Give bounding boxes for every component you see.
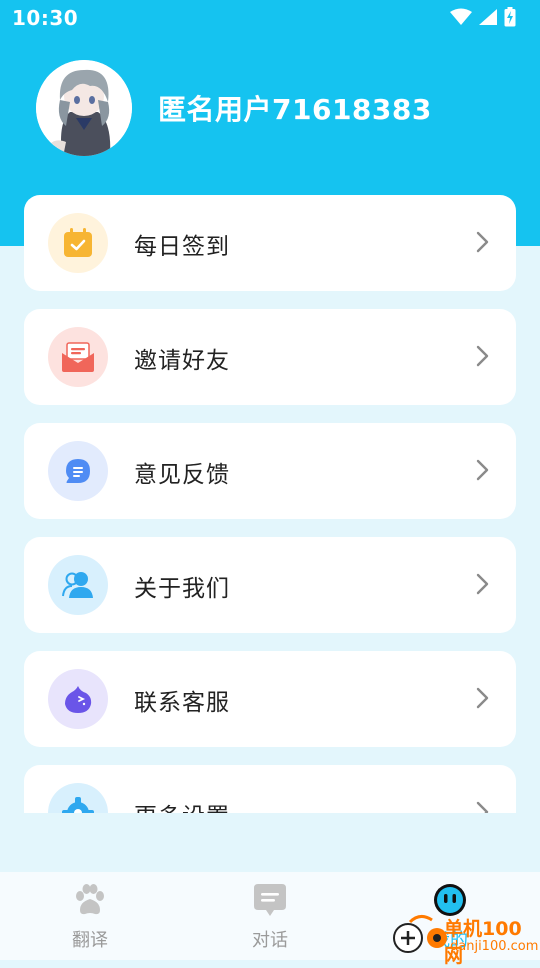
avatar-image-icon [36, 60, 132, 156]
chat-bubble-icon [252, 882, 288, 918]
menu-item-more-settings[interactable]: 更多设置 [24, 765, 516, 813]
status-bar: 10:30 [0, 0, 540, 36]
watermark-logo-icon [393, 915, 447, 953]
customer-service-icon [48, 669, 108, 729]
tab-translate[interactable]: 翻译 [0, 872, 180, 960]
paw-icon [72, 882, 108, 918]
watermark-url: danji100.com [450, 939, 539, 954]
menu-item-about-us[interactable]: 关于我们 [24, 537, 516, 633]
chevron-right-icon [476, 801, 489, 813]
feedback-chat-icon [48, 441, 108, 501]
tab-label: 对话 [252, 930, 288, 951]
about-users-icon [48, 555, 108, 615]
status-time: 10:30 [12, 6, 79, 30]
signal-icon [479, 9, 497, 25]
chevron-right-icon [476, 345, 489, 367]
settings-gear-icon [48, 783, 108, 813]
menu-item-feedback[interactable]: 意见反馈 [24, 423, 516, 519]
menu-item-customer-service[interactable]: 联系客服 [24, 651, 516, 747]
menu-item-invite-friends[interactable]: 邀请好友 [24, 309, 516, 405]
calendar-icon [48, 213, 108, 273]
wifi-icon [450, 8, 472, 25]
chevron-right-icon [476, 231, 489, 253]
chevron-right-icon [476, 459, 489, 481]
menu-list: 每日签到 邀请好友 意见反馈 关于我们 联系客服 [24, 195, 516, 813]
menu-label: 每日签到 [134, 234, 230, 260]
invite-envelope-icon [48, 327, 108, 387]
menu-item-daily-checkin[interactable]: 每日签到 [24, 195, 516, 291]
menu-label: 关于我们 [134, 576, 230, 602]
username: 匿名用户71618383 [158, 93, 432, 126]
avatar[interactable] [36, 60, 132, 156]
menu-label: 邀请好友 [134, 348, 230, 374]
watermark: 单机100网 danji100.com [392, 908, 540, 967]
chevron-right-icon [476, 687, 489, 709]
tab-label: 翻译 [72, 930, 108, 951]
tab-chat[interactable]: 对话 [180, 872, 360, 960]
status-icons [450, 7, 516, 27]
menu-label: 意见反馈 [134, 462, 230, 488]
battery-icon [504, 7, 516, 27]
menu-label: 联系客服 [134, 690, 230, 716]
chevron-right-icon [476, 573, 489, 595]
menu-label: 更多设置 [134, 797, 230, 813]
